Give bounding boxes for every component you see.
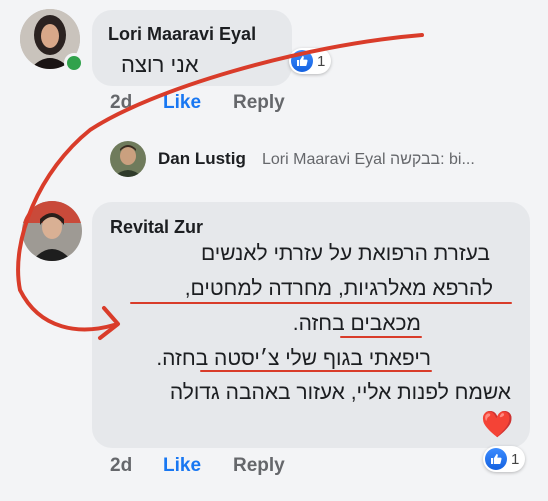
reply-snippet[interactable]: Lori Maaravi Eyal בבקשה: bi... [262,151,475,169]
thumbs-up-icon [485,448,507,470]
like-button[interactable]: Like [163,92,201,114]
comment-author-revital[interactable]: Revital Zur [110,217,203,238]
comment-time[interactable]: 2d [110,455,132,477]
comment-line: בעזרת הרפואת על עזרתי לאנשים [200,242,490,265]
avatar-dan-image [110,141,146,177]
reply-button[interactable]: Reply [233,455,285,477]
comment-author-lori[interactable]: Lori Maaravi Eyal [108,24,256,45]
comment-time[interactable]: 2d [110,92,132,114]
comment-text-lori: אני רוצה [121,52,199,77]
reply-button[interactable]: Reply [233,92,285,114]
avatar-revital[interactable] [22,201,82,261]
reaction-count-lori[interactable]: 1 [289,48,332,74]
like-button[interactable]: Like [163,455,201,477]
comment-line: אשמח לפנות אליי, אעזור באהבה גדולה [169,381,511,404]
annotation-underline [340,336,422,338]
comment-line: מכאבים בחזה. [292,312,421,335]
avatar-revital-image [22,201,82,261]
comment-line: ריפאתי בגוף שלי צ׳יסטה בחזה. [156,347,431,370]
annotation-underline [130,302,512,304]
heart-emoji: ❤️ [481,409,514,439]
reaction-count-revital[interactable]: 1 [483,446,526,472]
online-status-icon [64,53,84,73]
reaction-count-text: 1 [511,450,520,468]
comment-line: להרפא מאלרגיות, מחרדה למחטים, [184,277,493,300]
avatar-dan[interactable] [110,141,146,177]
reply-author-dan[interactable]: Dan Lustig [158,149,246,169]
thumbs-up-icon [291,50,313,72]
reaction-count-text: 1 [317,52,326,70]
annotation-underline [200,370,432,372]
